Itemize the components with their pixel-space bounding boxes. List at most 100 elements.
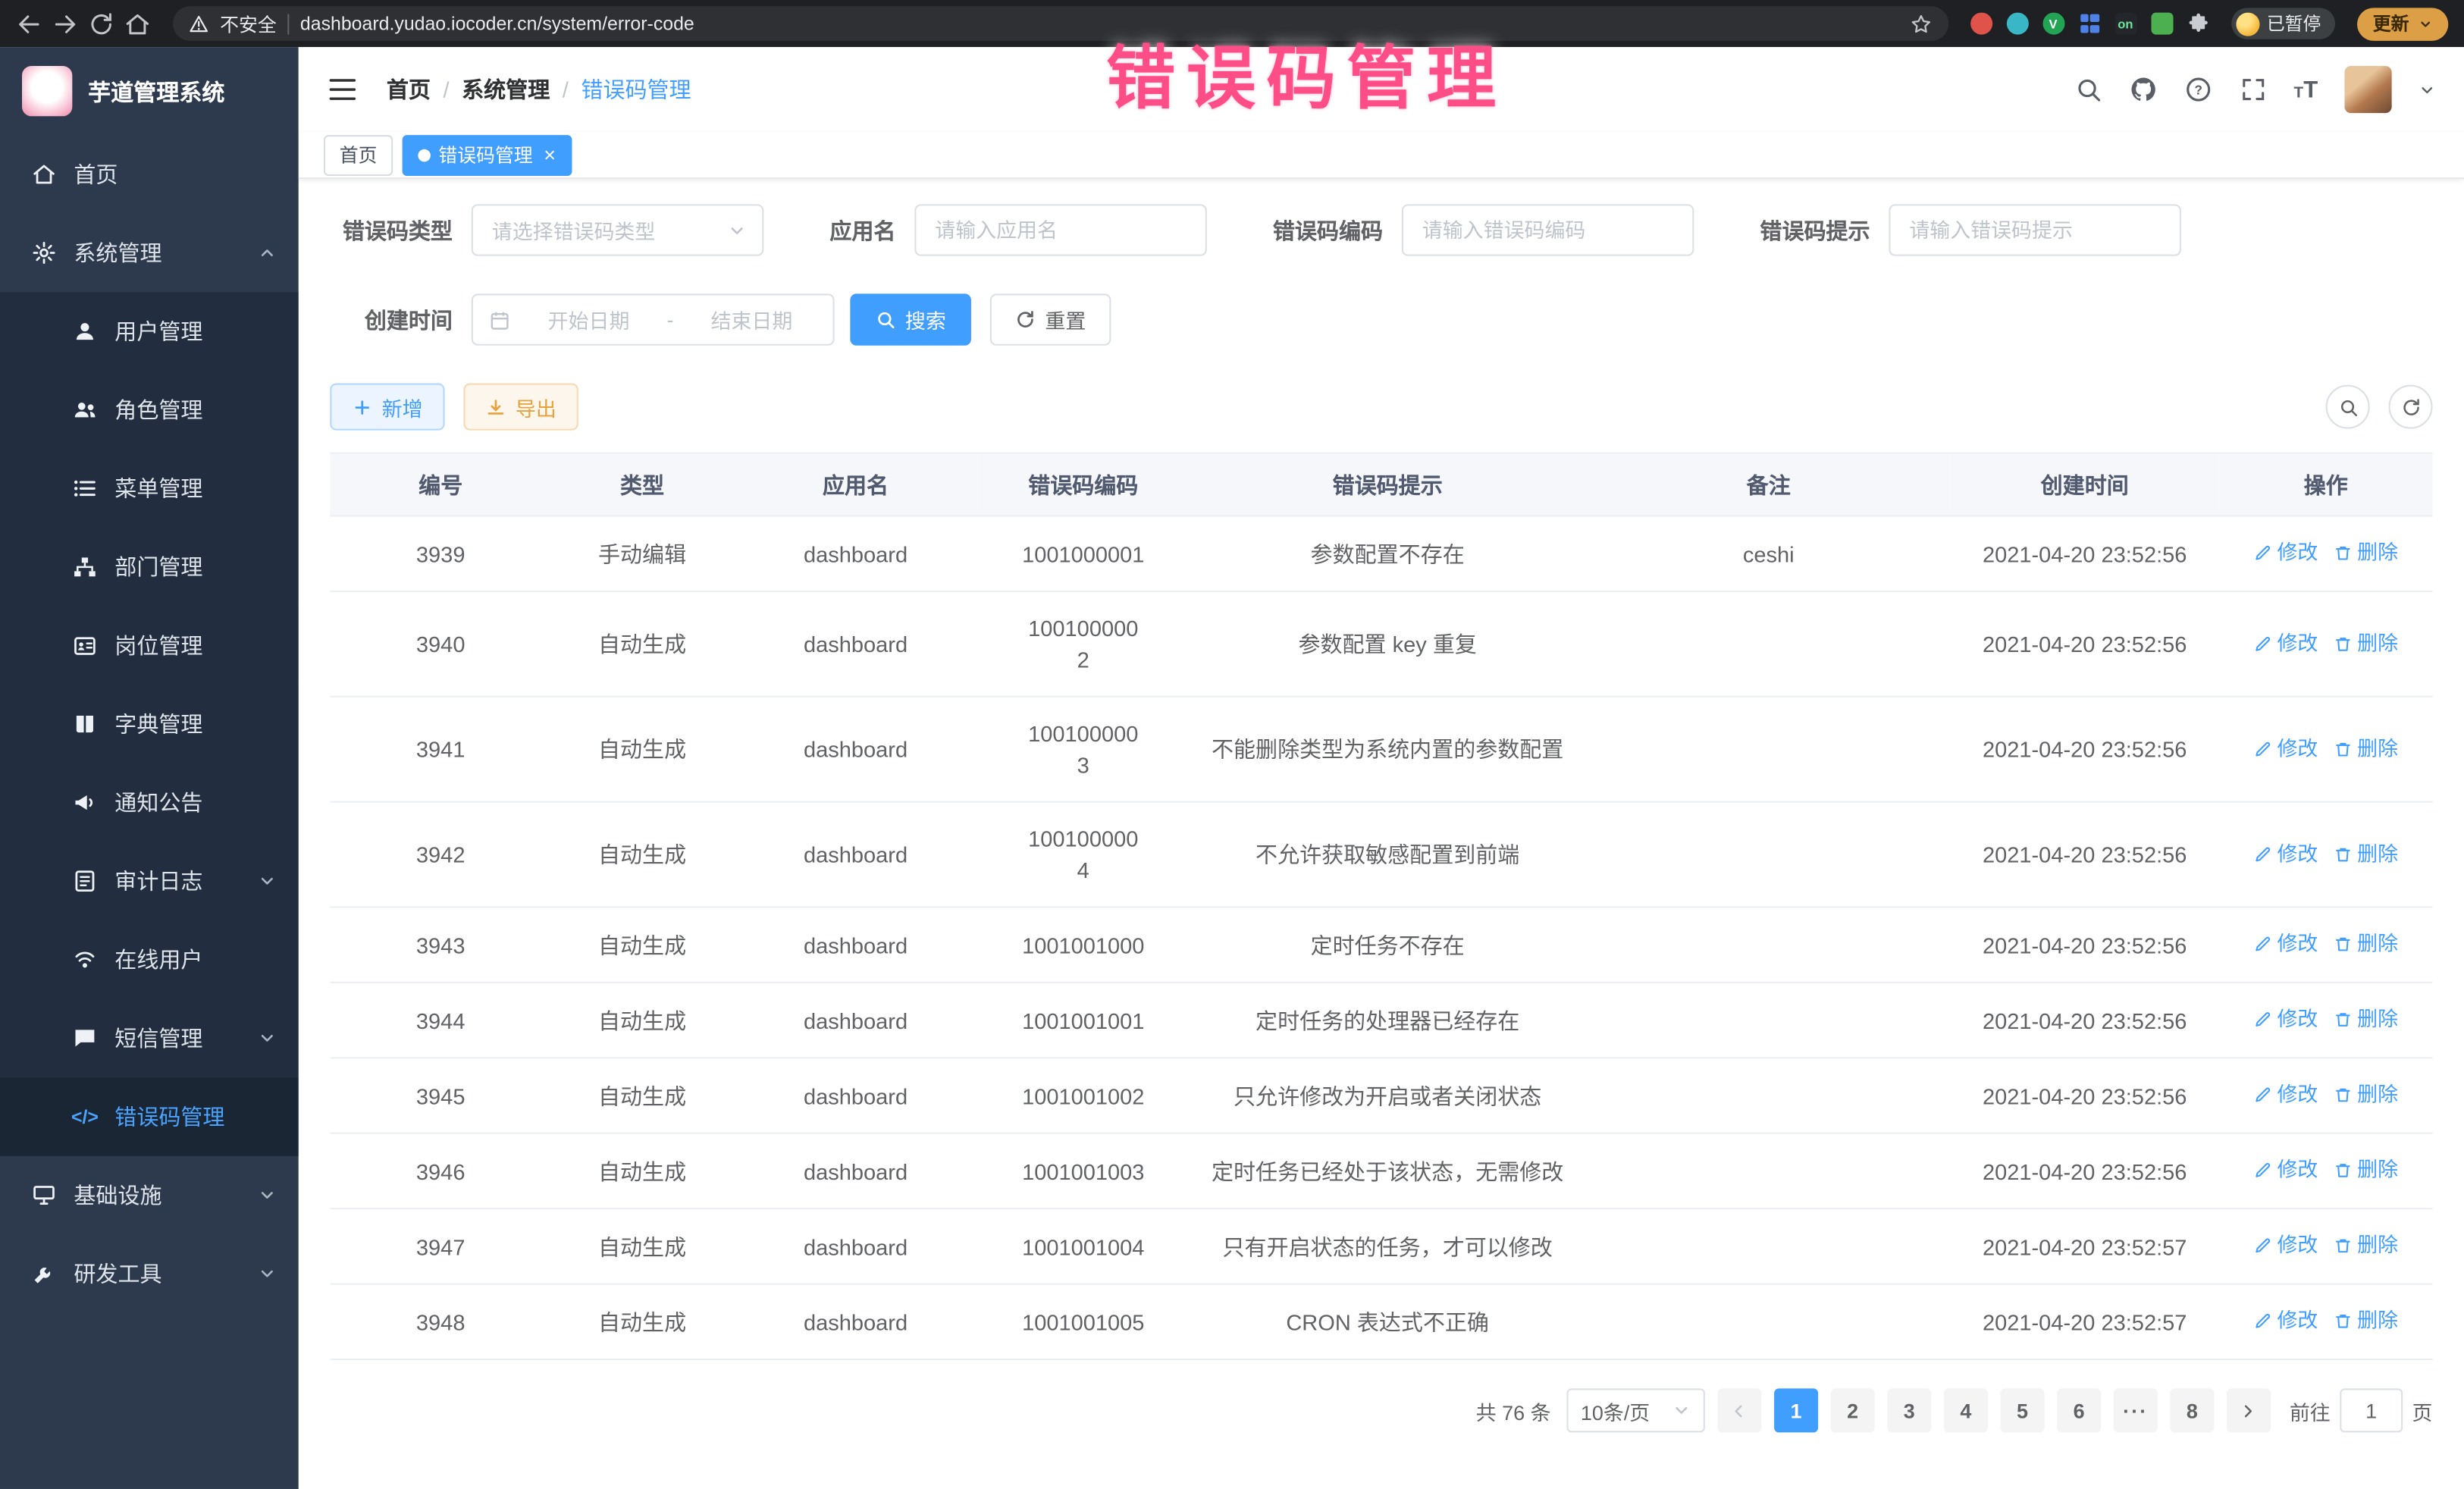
- chevron-down-icon[interactable]: [2419, 81, 2436, 99]
- sidebar-item-dict-management[interactable]: 字典管理: [0, 685, 299, 763]
- cell-msg: 定时任务不存在: [1188, 907, 1586, 982]
- edit-link[interactable]: 修改: [2253, 628, 2318, 659]
- sidebar-item-home[interactable]: 首页: [0, 135, 299, 214]
- font-size-icon[interactable]: TT: [2294, 78, 2318, 102]
- error-msg-input[interactable]: [1889, 204, 2181, 255]
- error-type-select[interactable]: 请选择错误码类型: [472, 204, 764, 255]
- cell-code: 1001000003: [978, 697, 1188, 802]
- delete-link[interactable]: 删除: [2334, 928, 2398, 959]
- grid-ext-icon[interactable]: [2078, 13, 2100, 35]
- edit-link[interactable]: 修改: [2253, 838, 2318, 869]
- table-row: 3944自动生成dashboard1001001001定时任务的处理器已经存在2…: [330, 983, 2432, 1058]
- error-code-input[interactable]: [1402, 204, 1694, 255]
- edit-link[interactable]: 修改: [2253, 1230, 2318, 1261]
- breadcrumb-separator: /: [444, 77, 450, 102]
- tag-active[interactable]: 错误码管理×: [403, 134, 572, 175]
- page-button-6[interactable]: 6: [2057, 1388, 2101, 1432]
- help-icon[interactable]: ?: [2183, 75, 2212, 103]
- delete-link[interactable]: 删除: [2334, 538, 2398, 569]
- prev-page-button[interactable]: [1717, 1388, 1761, 1432]
- sidebar-item-sms-management[interactable]: 短信管理: [0, 999, 299, 1078]
- sidebar-item-dept-management[interactable]: 部门管理: [0, 528, 299, 607]
- edit-link[interactable]: 修改: [2253, 928, 2318, 959]
- edit-link[interactable]: 修改: [2253, 1306, 2318, 1337]
- profile-paused-badge[interactable]: 已暂停: [2230, 8, 2335, 39]
- delete-link[interactable]: 删除: [2334, 838, 2398, 869]
- cell-remark: [1587, 983, 1951, 1058]
- sidebar-item-system-management[interactable]: 系统管理: [0, 214, 299, 293]
- edit-link[interactable]: 修改: [2253, 1004, 2318, 1035]
- extensions-puzzle-icon[interactable]: [2187, 13, 2209, 35]
- add-button[interactable]: 新增: [330, 383, 444, 430]
- page-button-4[interactable]: 4: [1944, 1388, 1988, 1432]
- page-button-5[interactable]: 5: [2000, 1388, 2044, 1432]
- goto-page-input[interactable]: [2340, 1388, 2403, 1432]
- forward-icon[interactable]: [52, 10, 78, 36]
- delete-link[interactable]: 删除: [2334, 1079, 2398, 1110]
- onetab-ext-icon[interactable]: on: [2114, 13, 2136, 35]
- next-page-button[interactable]: [2227, 1388, 2271, 1432]
- hamburger-icon[interactable]: [327, 74, 358, 105]
- page-button-8[interactable]: 8: [2170, 1388, 2214, 1432]
- search-icon[interactable]: [2074, 75, 2102, 103]
- delete-link[interactable]: 删除: [2334, 1230, 2398, 1261]
- sidebar-item-error-code-management[interactable]: </>错误码管理: [0, 1077, 299, 1156]
- sidebar-item-infrastructure[interactable]: 基础设施: [0, 1156, 299, 1235]
- breadcrumb-item[interactable]: 系统管理: [462, 74, 550, 105]
- error-type-label: 错误码类型: [330, 215, 453, 246]
- toggle-search-button[interactable]: [2326, 385, 2370, 429]
- page-size-select[interactable]: 10条/页: [1566, 1388, 1705, 1432]
- app-name-label: 应用名: [829, 215, 895, 246]
- sidebar-item-notice-announcement[interactable]: 通知公告: [0, 763, 299, 842]
- browser-update-button[interactable]: 更新: [2357, 7, 2448, 40]
- teal-ext-icon[interactable]: [2006, 13, 2028, 35]
- sidebar-item-online-users[interactable]: 在线用户: [0, 920, 299, 999]
- search-button[interactable]: 搜索: [850, 293, 971, 345]
- sidebar-item-user-management[interactable]: 用户管理: [0, 292, 299, 371]
- edit-link[interactable]: 修改: [2253, 1079, 2318, 1110]
- delete-link[interactable]: 删除: [2334, 732, 2398, 763]
- page-button-3[interactable]: 3: [1887, 1388, 1931, 1432]
- sidebar-item-role-management[interactable]: 角色管理: [0, 371, 299, 450]
- reset-button[interactable]: 重置: [990, 293, 1111, 345]
- user-avatar[interactable]: [2344, 66, 2391, 113]
- browser-home-icon[interactable]: [124, 10, 151, 36]
- refresh-table-button[interactable]: [2389, 385, 2433, 429]
- edit-link[interactable]: 修改: [2253, 732, 2318, 763]
- app-logo[interactable]: 芋道管理系统: [0, 47, 299, 135]
- app-name-input[interactable]: [914, 204, 1207, 255]
- edit-link[interactable]: 修改: [2253, 538, 2318, 569]
- reload-icon[interactable]: [88, 10, 114, 36]
- edit-link[interactable]: 修改: [2253, 1155, 2318, 1186]
- page-button-2[interactable]: 2: [1831, 1388, 1875, 1432]
- github-icon[interactable]: [2129, 75, 2157, 103]
- date-range-picker[interactable]: 开始日期 - 结束日期: [472, 293, 835, 345]
- bookmark-star-icon[interactable]: [1908, 12, 1932, 36]
- sidebar-item-audit-log[interactable]: 审计日志: [0, 842, 299, 920]
- green-ext-icon[interactable]: [2150, 13, 2172, 35]
- export-button[interactable]: 导出: [463, 383, 578, 430]
- delete-link[interactable]: 删除: [2334, 628, 2398, 659]
- delete-link[interactable]: 删除: [2334, 1306, 2398, 1337]
- page-ellipsis[interactable]: ···: [2114, 1388, 2158, 1432]
- address-bar[interactable]: 不安全 dashboard.yudao.iocoder.cn/system/er…: [173, 6, 1948, 41]
- fullscreen-icon[interactable]: [2239, 75, 2267, 103]
- page-button-1[interactable]: 1: [1774, 1388, 1818, 1432]
- red-ext-icon[interactable]: [1970, 13, 1992, 35]
- breadcrumb-item[interactable]: 错误码管理: [581, 74, 691, 105]
- close-icon[interactable]: ×: [544, 145, 556, 165]
- sidebar-item-menu-management[interactable]: 菜单管理: [0, 450, 299, 528]
- chevron-down-icon: [2419, 17, 2433, 31]
- vue-devtools-ext-icon[interactable]: V: [2042, 13, 2064, 35]
- cell-type: 自动生成: [551, 1058, 733, 1133]
- delete-link[interactable]: 删除: [2334, 1155, 2398, 1186]
- sidebar-item-post-management[interactable]: 岗位管理: [0, 607, 299, 685]
- tag-item[interactable]: 首页: [324, 134, 393, 175]
- back-icon[interactable]: [16, 10, 42, 36]
- breadcrumb-item[interactable]: 首页: [387, 74, 431, 105]
- table-row: 3945自动生成dashboard1001001002只允许修改为开启或者关闭状…: [330, 1058, 2432, 1133]
- delete-link[interactable]: 删除: [2334, 1004, 2398, 1035]
- sidebar-item-dev-tools[interactable]: 研发工具: [0, 1234, 299, 1313]
- cell-app: dashboard: [733, 1058, 978, 1133]
- table-row: 3939手动编辑dashboard1001000001参数配置不存在ceshi2…: [330, 516, 2432, 591]
